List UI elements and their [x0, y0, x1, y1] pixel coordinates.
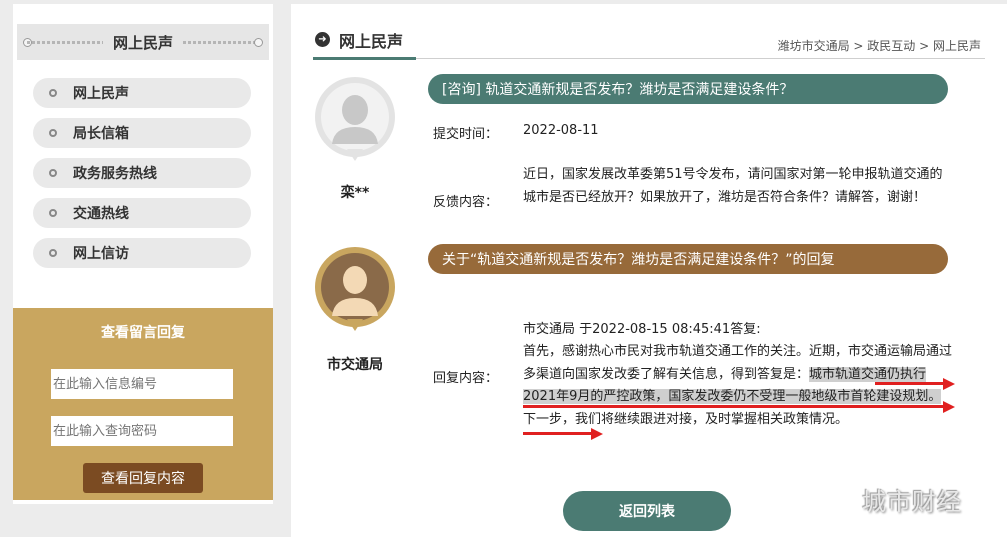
- breadcrumb-link-interaction[interactable]: 政民互动: [867, 39, 915, 53]
- view-reply-button[interactable]: 查看回复内容: [83, 463, 203, 493]
- sidebar-item-label: 网上民声: [73, 86, 129, 102]
- sidebar-item-service-hotline[interactable]: 政务服务热线: [33, 158, 251, 188]
- sidebar-item-label: 政务服务热线: [73, 166, 157, 182]
- bureau-avatar: [315, 247, 395, 331]
- user-silhouette-icon: [321, 83, 389, 151]
- reply-query-panel: 查看留言回复 查看回复内容: [13, 308, 273, 500]
- main-panel: ➜ 网上民声 潍坊市交通局 > 政民互动 > 网上民声 栾** [咨询] 轨道交…: [291, 4, 1007, 537]
- arrow-right-circle-icon: ➜: [315, 32, 330, 47]
- bullet-icon: [49, 209, 57, 217]
- back-to-list-button[interactable]: 返回列表: [563, 491, 731, 531]
- bullet-icon: [49, 169, 57, 177]
- info-id-input[interactable]: [51, 369, 233, 399]
- query-password-input[interactable]: [51, 416, 233, 446]
- breadcrumb-separator: >: [915, 39, 933, 53]
- annotation-underline: [523, 432, 593, 435]
- sidebar-item-traffic-hotline[interactable]: 交通热线: [33, 198, 251, 228]
- annotation-arrow-icon: [943, 401, 955, 413]
- reply-content-label: 回复内容：: [433, 371, 499, 386]
- sidebar-item-label: 局长信箱: [73, 126, 129, 142]
- feedback-content-label: 反馈内容：: [433, 195, 499, 210]
- annotation-arrow-icon: [591, 428, 603, 440]
- reply-content: 首先，感谢热心市民对我市轨道交通工作的关注。近期，市交通运输局通过多渠道向国家发…: [523, 341, 953, 431]
- sidebar-item-online-voice[interactable]: 网上民声: [33, 78, 251, 108]
- page-title: 网上民声: [339, 31, 404, 51]
- sidebar-item-online-petition[interactable]: 网上信访: [33, 238, 251, 268]
- feedback-content: 近日，国家发展改革委第51号令发布，请问国家对第一轮申报轨道交通的城市是否已经放…: [523, 167, 943, 205]
- question-title: [咨询] 轨道交通新规是否发布？潍坊是否满足建设条件？: [428, 74, 948, 104]
- annotation-underline: [523, 405, 945, 408]
- header-divider: [416, 58, 985, 59]
- watermark: 城市财经: [862, 488, 962, 516]
- sidebar: 网上民声 网上民声 局长信箱 政务服务热线 交通热线 网上信访 查看留言回复 查…: [13, 4, 273, 504]
- reply-title: 关于“轨道交通新规是否发布？潍坊是否满足建设条件？”的回复: [428, 244, 948, 274]
- submit-time-label: 提交时间：: [433, 127, 499, 142]
- query-panel-title: 查看留言回复: [101, 325, 185, 341]
- bullet-icon: [49, 129, 57, 137]
- sidebar-item-label: 网上信访: [73, 246, 129, 262]
- avatar-pointer: [347, 319, 363, 331]
- sidebar-header: 网上民声: [17, 24, 269, 60]
- ornament-line: [27, 41, 103, 44]
- breadcrumb-current[interactable]: 网上民声: [933, 39, 981, 53]
- sidebar-title: 网上民声: [112, 33, 173, 52]
- annotation-underline: [875, 382, 945, 385]
- sidebar-item-label: 交通热线: [73, 206, 129, 222]
- bullet-icon: [49, 249, 57, 257]
- reply-meta: 市交通局 于2022-08-15 08:45:41答复:: [523, 322, 761, 337]
- breadcrumb-link-bureau[interactable]: 潍坊市交通局: [778, 39, 850, 53]
- official-silhouette-icon: [321, 253, 389, 321]
- user-avatar: [315, 77, 395, 161]
- page-title-tab: ➜ 网上民声: [313, 22, 416, 60]
- breadcrumb: 潍坊市交通局 > 政民互动 > 网上民声: [778, 37, 981, 54]
- annotation-arrow-icon: [943, 378, 955, 390]
- avatar-pointer: [347, 149, 363, 161]
- reply-text-outro: 下一步，我们将继续跟进对接，及时掌握相关政策情况。: [523, 411, 849, 427]
- ornament-line: [183, 41, 259, 44]
- ornament-dot-icon: [254, 38, 263, 47]
- bullet-icon: [49, 89, 57, 97]
- reply-author: 市交通局: [327, 357, 383, 373]
- sidebar-item-director-mailbox[interactable]: 局长信箱: [33, 118, 251, 148]
- submit-date: 2022-08-11: [523, 123, 599, 138]
- question-author: 栾**: [340, 185, 370, 201]
- breadcrumb-separator: >: [849, 39, 868, 53]
